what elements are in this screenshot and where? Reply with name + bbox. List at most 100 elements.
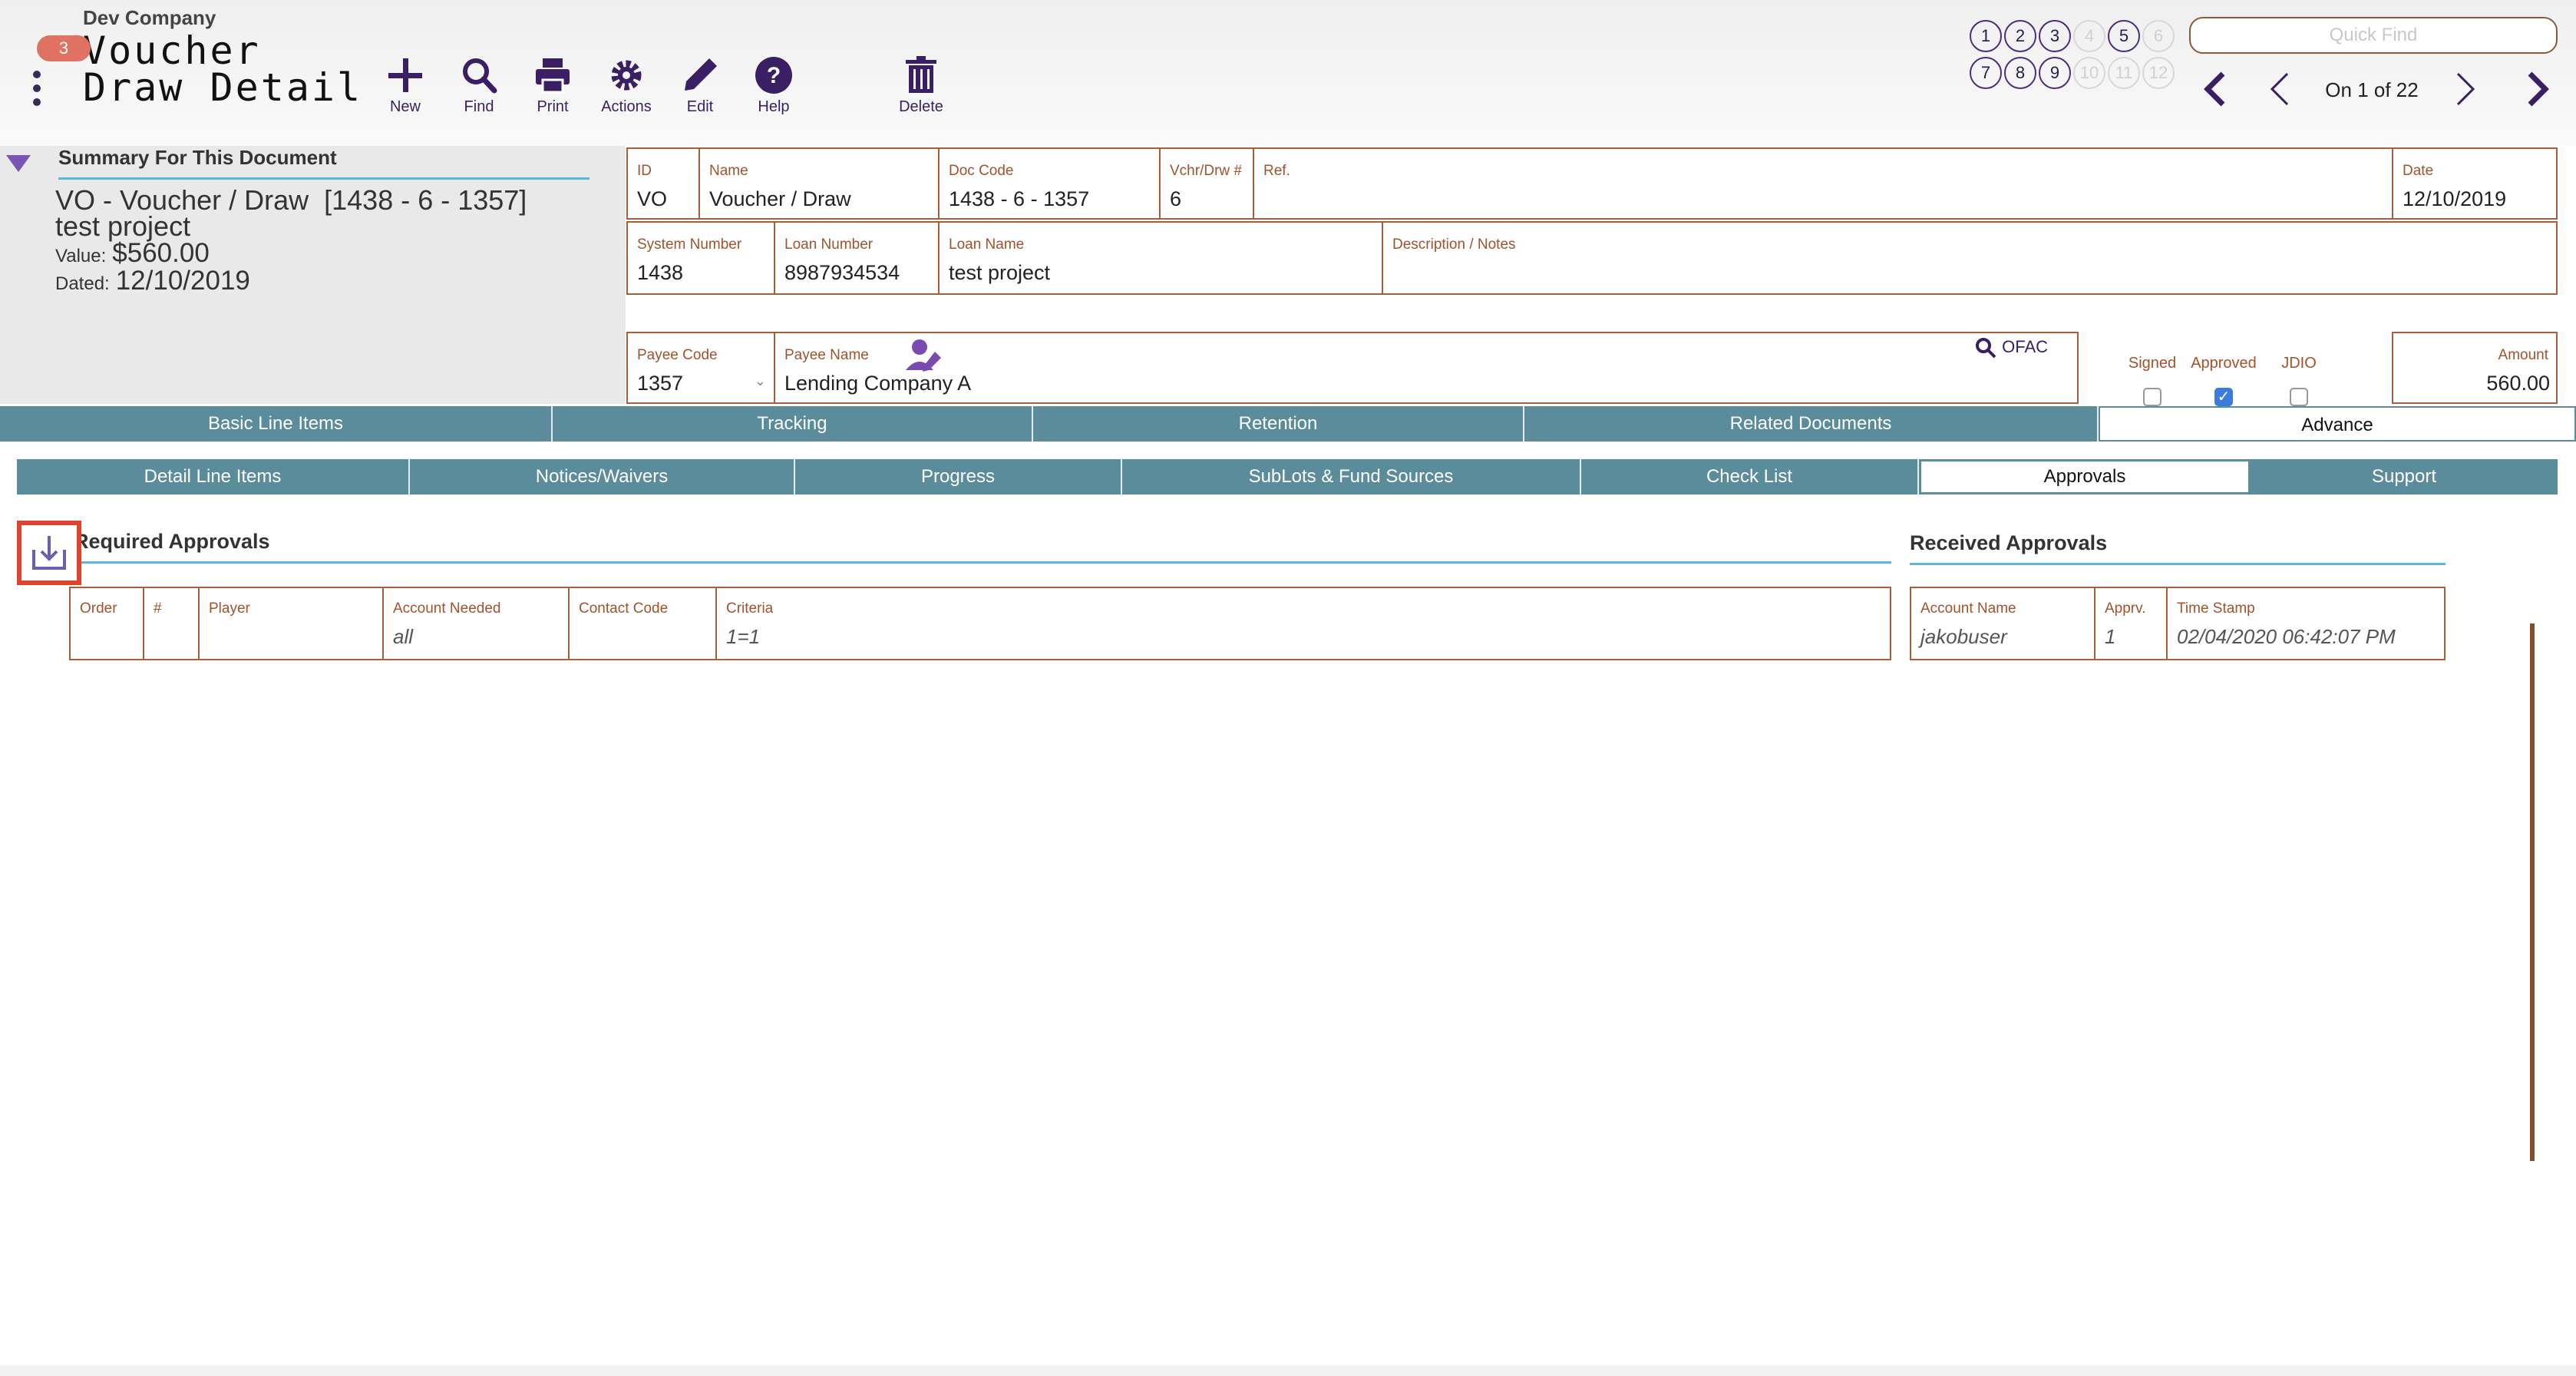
ref-label: Ref. bbox=[1263, 163, 1290, 179]
approved-label: Approved bbox=[2191, 355, 2257, 372]
tab-progress[interactable]: Progress bbox=[795, 459, 1122, 495]
help-button[interactable]: ? Help bbox=[737, 54, 811, 116]
jdio-checkbox[interactable] bbox=[2290, 388, 2308, 406]
amount-label: Amount bbox=[2498, 347, 2548, 363]
required-approvals-heading: Required Approvals bbox=[74, 530, 1891, 564]
edit-button[interactable]: Edit bbox=[663, 54, 737, 116]
payee-name-field[interactable]: Payee Name Lending Company A OFAC bbox=[774, 332, 2079, 404]
quick-find-input[interactable]: Quick Find bbox=[2189, 17, 2558, 54]
id-field[interactable]: ID VO bbox=[626, 147, 700, 220]
payee-name-value: Lending Company A bbox=[784, 372, 972, 395]
description-field[interactable]: Description / Notes bbox=[1382, 221, 2558, 295]
last-record-button[interactable] bbox=[2515, 66, 2561, 115]
description-label: Description / Notes bbox=[1392, 237, 1516, 253]
tab-notices-waivers[interactable]: Notices/Waivers bbox=[410, 459, 795, 495]
pencil-icon bbox=[685, 58, 717, 91]
loan-name-field[interactable]: Loan Name test project bbox=[938, 221, 1383, 295]
page-button-9[interactable]: 9 bbox=[2039, 57, 2071, 89]
jdio-label: JDIO bbox=[2281, 355, 2317, 372]
app-header: Dev Company Voucher Draw Detail 3 New Fi… bbox=[0, 0, 2576, 146]
trash-icon bbox=[906, 56, 936, 93]
print-icon bbox=[536, 58, 570, 94]
page-button-7[interactable]: 7 bbox=[1970, 57, 2002, 89]
delete-label: Delete bbox=[899, 98, 943, 115]
required-col-criteria: Criteria 1=1 bbox=[715, 587, 1891, 660]
loan-name-label: Loan Name bbox=[949, 237, 1025, 253]
bottom-bar bbox=[0, 1365, 2576, 1376]
tab-related-documents[interactable]: Related Documents bbox=[1524, 406, 2099, 442]
doc-code-field[interactable]: Doc Code 1438 - 6 - 1357 bbox=[938, 147, 1161, 220]
tab-basic-line-items[interactable]: Basic Line Items bbox=[0, 406, 553, 442]
page-button-3[interactable]: 3 bbox=[2039, 20, 2071, 52]
kebab-menu-icon[interactable] bbox=[31, 71, 43, 109]
page-button-2[interactable]: 2 bbox=[2004, 20, 2036, 52]
page-button-5[interactable]: 5 bbox=[2108, 20, 2140, 52]
export-button[interactable] bbox=[17, 521, 81, 585]
tab-retention[interactable]: Retention bbox=[1033, 406, 1524, 442]
tab-tracking[interactable]: Tracking bbox=[553, 406, 1033, 442]
required-col-account-needed: Account Needed all bbox=[382, 587, 570, 660]
tab-support[interactable]: Support bbox=[2251, 459, 2558, 495]
print-label: Print bbox=[537, 98, 569, 115]
vchr-drw-field[interactable]: Vchr/Drw # 6 bbox=[1159, 147, 1254, 220]
record-position: On 1 of 22 bbox=[2325, 78, 2419, 101]
page-button-12: 12 bbox=[2142, 57, 2175, 89]
download-tray-icon bbox=[32, 536, 66, 570]
required-col-contact-code-label: Contact Code bbox=[579, 600, 669, 617]
vchr-drw-label: Vchr/Drw # bbox=[1170, 163, 1242, 179]
search-icon bbox=[1976, 338, 1996, 359]
notification-badge[interactable]: 3 bbox=[37, 35, 91, 61]
id-label: ID bbox=[637, 163, 652, 179]
required-col-player-label: Player bbox=[209, 600, 250, 617]
summary-value-label: Value: bbox=[55, 246, 107, 266]
tab-sublots-fund-sources[interactable]: SubLots & Fund Sources bbox=[1122, 459, 1581, 495]
payee-code-field[interactable]: Payee Code 1357 ⌄ bbox=[626, 332, 775, 404]
name-label: Name bbox=[709, 163, 748, 179]
loan-name-value: test project bbox=[949, 261, 1051, 284]
name-field[interactable]: Name Voucher / Draw bbox=[698, 147, 940, 220]
actions-label: Actions bbox=[601, 98, 652, 115]
payee-code-label: Payee Code bbox=[637, 347, 718, 363]
plus-icon bbox=[388, 58, 422, 92]
chevron-down-icon[interactable]: ⌄ bbox=[755, 373, 766, 389]
tab-check-list[interactable]: Check List bbox=[1581, 459, 1919, 495]
record-page-buttons: 123456 7 8 9 10 11 12 bbox=[1970, 20, 2192, 94]
signed-checkbox-group: Signed bbox=[2123, 355, 2181, 406]
loan-number-field[interactable]: Loan Number 8987934534 bbox=[774, 221, 940, 295]
ofac-search-link[interactable]: OFAC bbox=[1974, 336, 2048, 359]
received-col-apprv: Apprv. 1 bbox=[2094, 587, 2168, 660]
payee-person-edit-icon[interactable] bbox=[903, 336, 944, 375]
tab-approvals[interactable]: Approvals bbox=[1919, 459, 2251, 495]
chevron-right-bold-icon bbox=[2528, 71, 2549, 107]
tab-detail-line-items[interactable]: Detail Line Items bbox=[17, 459, 410, 495]
payee-name-label: Payee Name bbox=[784, 347, 869, 363]
collapse-triangle-icon[interactable] bbox=[6, 155, 31, 172]
required-col-number: # bbox=[143, 587, 200, 660]
print-button[interactable]: Print bbox=[516, 54, 590, 116]
new-button[interactable]: New bbox=[368, 54, 442, 116]
gear-icon bbox=[611, 60, 642, 91]
amount-field[interactable]: Amount 560.00 bbox=[2392, 332, 2558, 404]
system-number-field[interactable]: System Number 1438 bbox=[626, 221, 775, 295]
approved-checkbox[interactable]: ✓ bbox=[2214, 388, 2233, 406]
actions-button[interactable]: Actions bbox=[590, 54, 663, 116]
page-button-8[interactable]: 8 bbox=[2004, 57, 2036, 89]
page-button-1[interactable]: 1 bbox=[1970, 20, 2002, 52]
loan-number-value: 8987934534 bbox=[784, 261, 900, 284]
received-col-account-name-label: Account Name bbox=[1920, 600, 2016, 617]
signed-checkbox[interactable] bbox=[2143, 388, 2162, 406]
vertical-scrollbar[interactable] bbox=[2530, 624, 2535, 1161]
previous-record-button[interactable] bbox=[2257, 66, 2303, 115]
received-col-time-stamp-label: Time Stamp bbox=[2177, 600, 2255, 617]
summary-value: $560.00 bbox=[112, 238, 210, 268]
first-record-button[interactable] bbox=[2192, 66, 2238, 115]
received-apprv-value: 1 bbox=[2105, 625, 2116, 648]
next-record-button[interactable] bbox=[2442, 66, 2488, 115]
tab-advance[interactable]: Advance bbox=[2099, 406, 2576, 442]
ref-field[interactable]: Ref. bbox=[1253, 147, 2393, 220]
find-button[interactable]: Find bbox=[442, 54, 516, 116]
page-title-line2: Draw Detail bbox=[83, 65, 363, 110]
new-label: New bbox=[389, 98, 421, 115]
delete-button[interactable]: Delete bbox=[884, 54, 958, 116]
date-field[interactable]: Date 12/10/2019 bbox=[2392, 147, 2558, 220]
